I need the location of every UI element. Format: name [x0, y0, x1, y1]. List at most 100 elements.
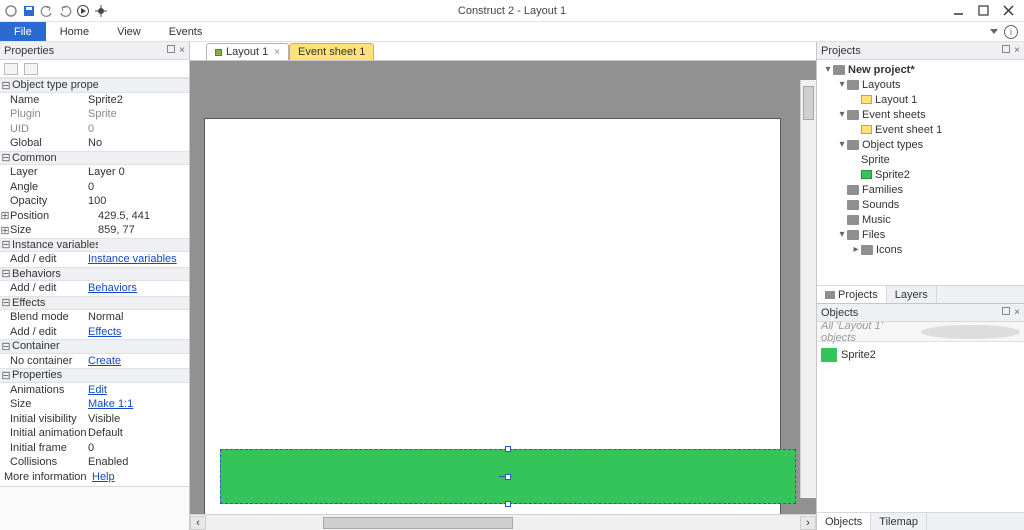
objects-title: Objects: [821, 307, 858, 319]
panel-close-icon[interactable]: ×: [179, 45, 185, 56]
ribbon-collapse-icon[interactable]: [990, 29, 998, 34]
prop-size-label[interactable]: Size: [10, 224, 96, 236]
tree-families[interactable]: Families: [862, 184, 903, 196]
horizontal-scrollbar[interactable]: ‹ ›: [190, 514, 816, 530]
folder-icon: [847, 140, 859, 150]
tab-layers[interactable]: Layers: [887, 286, 937, 303]
section-common[interactable]: Common: [12, 152, 98, 164]
scroll-left-icon[interactable]: ‹: [190, 516, 206, 530]
tab-objects[interactable]: Objects: [817, 513, 871, 530]
panel-close-icon[interactable]: ×: [1014, 307, 1020, 318]
tree-sounds[interactable]: Sounds: [862, 199, 899, 211]
prop-ianim-value[interactable]: Default: [86, 427, 189, 439]
effects-link[interactable]: Effects: [86, 326, 189, 338]
pin-icon[interactable]: [167, 45, 175, 53]
resize-handle-top[interactable]: [505, 446, 511, 452]
prop-layer-value[interactable]: Layer 0: [86, 166, 189, 178]
layout-page[interactable]: [204, 118, 781, 514]
prop-categorize-icon[interactable]: [4, 63, 18, 75]
menu-file[interactable]: File: [0, 22, 46, 41]
section-properties[interactable]: Properties: [12, 369, 98, 381]
maximize-icon[interactable]: [978, 5, 989, 16]
tree-music[interactable]: Music: [862, 214, 891, 226]
layout-tab-icon: [215, 49, 222, 56]
section-effects[interactable]: Effects: [12, 297, 98, 309]
gear-icon[interactable]: [921, 325, 1021, 339]
tab-tilemap[interactable]: Tilemap: [871, 513, 927, 530]
tree-layout1[interactable]: Layout 1: [875, 94, 917, 106]
menu-home[interactable]: Home: [46, 22, 103, 41]
object-item-sprite2[interactable]: Sprite2: [821, 346, 1020, 364]
prop-ianim-label: Initial animation: [0, 427, 86, 439]
help-link[interactable]: Help: [90, 471, 189, 483]
scroll-right-icon[interactable]: ›: [800, 516, 816, 530]
origin-handle[interactable]: [505, 474, 511, 480]
prop-position-value[interactable]: 429.5, 441: [96, 210, 189, 222]
tab-projects[interactable]: Projects: [817, 286, 887, 303]
tree-objecttypes[interactable]: Object types: [862, 139, 923, 151]
prop-more-label: More information: [4, 471, 90, 483]
animations-edit-link[interactable]: Edit: [86, 384, 189, 396]
tree-project-root[interactable]: New project*: [848, 64, 915, 76]
menu-view[interactable]: View: [103, 22, 155, 41]
section-instvars[interactable]: Instance variables: [12, 239, 98, 251]
prop-blend-value[interactable]: Normal: [86, 311, 189, 323]
tree-eventsheet1[interactable]: Event sheet 1: [875, 124, 942, 136]
prop-iframe-value[interactable]: 0: [86, 442, 189, 454]
prop-addedit-fx-label: Add / edit: [0, 326, 86, 338]
tree-files[interactable]: Files: [862, 229, 885, 241]
vertical-scrollbar[interactable]: [800, 80, 816, 498]
tab-eventsheet-label: Event sheet 1: [298, 46, 365, 58]
pin-icon[interactable]: [1002, 307, 1010, 315]
menubar: File Home View Events i: [0, 22, 1024, 42]
prop-angle-value[interactable]: 0: [86, 181, 189, 193]
tree-layouts[interactable]: Layouts: [862, 79, 901, 91]
section-container[interactable]: Container: [12, 340, 98, 352]
container-create-link[interactable]: Create: [86, 355, 189, 367]
section-objtype[interactable]: Object type properties: [12, 79, 98, 91]
prop-coll-value[interactable]: Enabled: [86, 456, 189, 468]
prop-position-label[interactable]: Position: [10, 210, 96, 222]
panel-close-icon[interactable]: ×: [1014, 45, 1020, 56]
scroll-thumb[interactable]: [323, 517, 513, 529]
properties-header: Properties ×: [0, 42, 189, 60]
debug-icon[interactable]: [94, 4, 108, 18]
sprite-icon: [821, 348, 837, 362]
objects-filter[interactable]: All 'Layout 1' objects: [817, 322, 1024, 342]
pin-icon[interactable]: [1002, 45, 1010, 53]
folder-icon: [847, 230, 859, 240]
undo-icon[interactable]: [40, 4, 54, 18]
prop-name-value[interactable]: Sprite2: [86, 94, 189, 106]
close-icon[interactable]: [1003, 5, 1014, 16]
selected-sprite[interactable]: [220, 449, 796, 504]
size-make11-link[interactable]: Make 1:1: [86, 398, 189, 410]
tree-eventsheets[interactable]: Event sheets: [862, 109, 926, 121]
help-icon[interactable]: i: [1004, 25, 1018, 39]
run-icon[interactable]: [76, 4, 90, 18]
save-icon[interactable]: [22, 4, 36, 18]
tree-sprite2[interactable]: Sprite2: [875, 169, 910, 181]
redo-icon[interactable]: [58, 4, 72, 18]
canvas[interactable]: [190, 61, 816, 514]
section-behaviors[interactable]: Behaviors: [12, 268, 98, 280]
prop-sort-icon[interactable]: [24, 63, 38, 75]
prop-ivis-value[interactable]: Visible: [86, 413, 189, 425]
prop-opacity-value[interactable]: 100: [86, 195, 189, 207]
properties-panel: Properties × ⊟Object type properties Nam…: [0, 42, 190, 530]
menu-events[interactable]: Events: [155, 22, 217, 41]
prop-global-value[interactable]: No: [86, 137, 189, 149]
folder-icon: [847, 185, 859, 195]
instance-variables-link[interactable]: Instance variables: [86, 253, 189, 265]
properties-title: Properties: [4, 45, 54, 57]
tab-close-icon[interactable]: ×: [274, 47, 280, 58]
tree-icons[interactable]: Icons: [876, 244, 902, 256]
prop-size-value[interactable]: 859, 77: [96, 224, 189, 236]
tab-layout1[interactable]: Layout 1×: [206, 43, 289, 60]
minimize-icon[interactable]: [953, 5, 964, 16]
behaviors-link[interactable]: Behaviors: [86, 282, 189, 294]
tab-eventsheet1[interactable]: Event sheet 1: [289, 43, 374, 60]
folder-icon: [847, 110, 859, 120]
resize-handle-bottom[interactable]: [505, 501, 511, 507]
tree-sprite[interactable]: Sprite: [861, 154, 890, 166]
folder-icon: [833, 65, 845, 75]
